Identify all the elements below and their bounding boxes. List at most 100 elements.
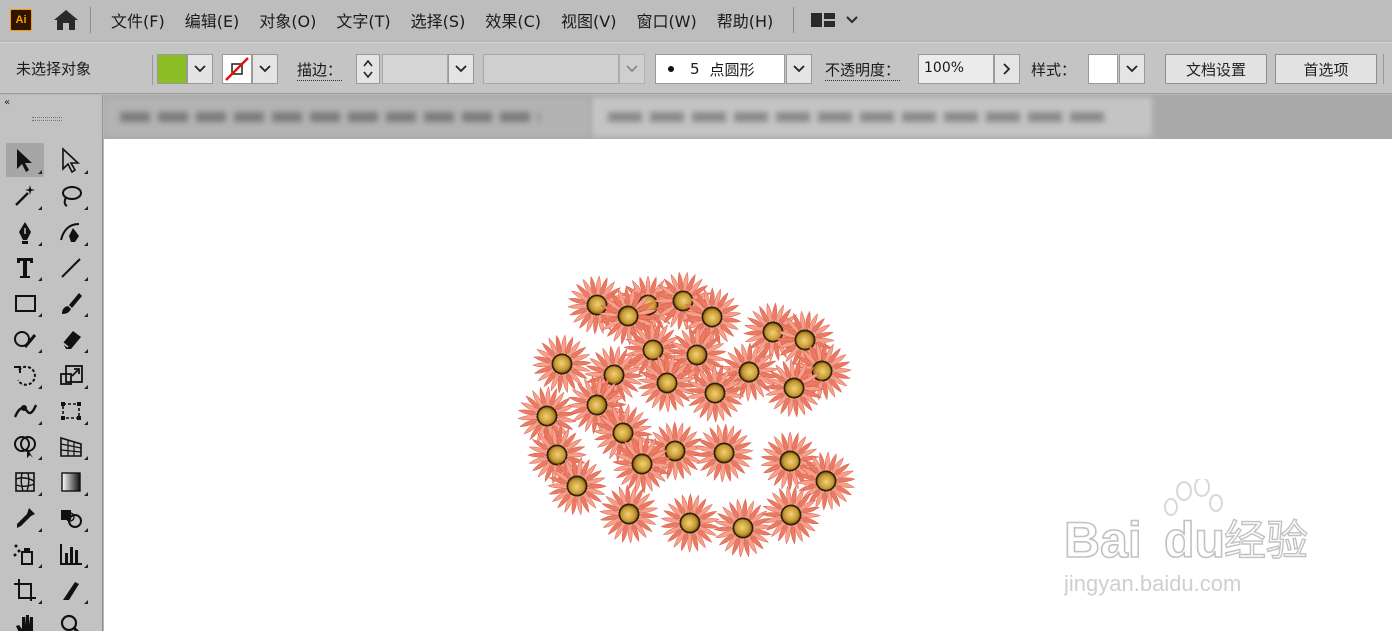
home-icon[interactable] xyxy=(52,6,80,34)
brush-name: 点圆形 xyxy=(709,60,755,79)
fill-color-swatch[interactable] xyxy=(157,54,187,84)
control-bar-overflow[interactable] xyxy=(1383,54,1391,84)
slice-tool-button[interactable] xyxy=(52,573,90,607)
fill-dropdown[interactable] xyxy=(187,54,213,84)
blend-tool-icon xyxy=(61,510,82,528)
artboard-tool-button[interactable] xyxy=(6,573,44,607)
direct-selection-tool-button[interactable] xyxy=(52,143,90,177)
chevron-down-icon xyxy=(846,16,858,24)
chevron-down-icon xyxy=(194,65,206,73)
graphic-style-dropdown[interactable] xyxy=(1119,54,1145,84)
stroke-weight-input[interactable] xyxy=(382,54,448,84)
opacity-label[interactable]: 不透明度： xyxy=(825,59,901,81)
tool-group-indicator xyxy=(84,563,88,568)
menu-item[interactable]: 效果(C) xyxy=(475,8,551,32)
column-graph-tool-button[interactable] xyxy=(52,537,90,571)
symbol-sprayer-tool-icon xyxy=(13,544,33,565)
eyedropper-tool-button[interactable] xyxy=(6,501,44,535)
brush-dropdown[interactable] xyxy=(786,54,812,84)
shape-builder-tool-button[interactable] xyxy=(6,429,44,463)
lasso-tool-icon xyxy=(62,185,82,207)
brush-dot-icon xyxy=(668,66,674,72)
menu-item[interactable]: 选择(S) xyxy=(401,8,476,32)
tool-group-indicator xyxy=(38,492,42,497)
preferences-button[interactable]: 首选项 xyxy=(1275,54,1377,84)
stroke-weight-stepper[interactable] xyxy=(356,54,380,84)
chevron-right-icon xyxy=(1003,63,1011,75)
rotate-tool-button[interactable] xyxy=(6,358,44,392)
control-bar: 未选择对象 描边： 5 点圆形 不透明度： 100% 样式： 文档设置 首选项 xyxy=(0,42,1392,94)
symbol-sprayer-tool-button[interactable] xyxy=(6,537,44,571)
no-stroke-icon xyxy=(225,57,249,81)
lasso-tool-button[interactable] xyxy=(52,179,90,213)
chevron-down-icon xyxy=(793,65,805,73)
collapse-panel-icon[interactable]: « xyxy=(4,97,10,108)
tool-group-indicator xyxy=(84,277,88,282)
line-segment-tool-button[interactable] xyxy=(52,250,90,284)
tool-group-indicator xyxy=(84,456,88,461)
shaper-tool-button[interactable] xyxy=(6,322,44,356)
tool-group-indicator xyxy=(38,241,42,246)
selection-tool-button[interactable] xyxy=(6,143,44,177)
workspace-switcher[interactable] xyxy=(810,11,860,29)
opacity-expand[interactable] xyxy=(994,54,1020,84)
menu-item[interactable]: 编辑(E) xyxy=(175,8,250,32)
magic-wand-tool-button[interactable] xyxy=(6,179,44,213)
rectangle-tool-button[interactable] xyxy=(6,286,44,320)
tool-group-indicator xyxy=(38,456,42,461)
flower-symbol-instance[interactable] xyxy=(656,489,724,557)
column-graph-tool-icon xyxy=(60,543,82,565)
zoom-tool-button[interactable] xyxy=(52,608,90,631)
perspective-grid-tool-button[interactable] xyxy=(52,429,90,463)
selection-status: 未选择对象 xyxy=(16,60,92,78)
tool-group-indicator xyxy=(84,492,88,497)
mesh-tool-button[interactable] xyxy=(6,465,44,499)
panel-grip[interactable] xyxy=(32,117,62,121)
stroke-weight-dropdown[interactable] xyxy=(448,54,474,84)
scale-tool-button[interactable] xyxy=(52,358,90,392)
variable-width-dropdown[interactable] xyxy=(619,54,645,84)
mesh-tool-icon xyxy=(15,472,35,492)
menu-item[interactable]: 窗口(W) xyxy=(626,8,706,32)
stroke-dropdown[interactable] xyxy=(252,54,278,84)
document-setup-button[interactable]: 文档设置 xyxy=(1165,54,1267,84)
opacity-input[interactable]: 100% xyxy=(918,54,994,84)
menu-separator xyxy=(793,7,795,33)
type-tool-button[interactable] xyxy=(6,250,44,284)
menu-item[interactable]: 视图(V) xyxy=(551,8,626,32)
variable-width-profile[interactable] xyxy=(483,54,619,84)
document-tab[interactable] xyxy=(104,97,589,137)
free-transform-tool-button[interactable] xyxy=(52,394,90,428)
eraser-tool-button[interactable] xyxy=(52,322,90,356)
menu-item[interactable]: 文字(T) xyxy=(326,8,400,32)
svg-text:du: du xyxy=(1164,512,1225,568)
baidu-watermark: Bai du 经验 jingyan.baidu.com xyxy=(1064,479,1309,596)
eraser-tool-icon xyxy=(62,331,81,349)
magic-wand-tool-icon xyxy=(15,184,35,206)
stroke-color-swatch[interactable] xyxy=(222,54,252,84)
width-tool-button[interactable] xyxy=(6,394,44,428)
artboard-canvas[interactable]: Bai du 经验 jingyan.baidu.com xyxy=(104,139,1392,631)
curvature-tool-icon xyxy=(60,222,80,242)
blend-tool-button[interactable] xyxy=(52,501,90,535)
eyedropper-tool-icon xyxy=(17,508,35,528)
tool-group-indicator xyxy=(38,277,42,282)
curvature-tool-button[interactable] xyxy=(52,215,90,249)
graphic-style-swatch[interactable] xyxy=(1088,54,1118,84)
tool-group-indicator xyxy=(38,420,42,425)
tool-group-indicator xyxy=(38,349,42,353)
chevron-down-icon xyxy=(455,65,467,73)
stroke-label[interactable]: 描边： xyxy=(297,59,343,81)
paintbrush-tool-button[interactable] xyxy=(52,286,90,320)
document-tab-active[interactable] xyxy=(592,97,1152,137)
watermark-brand: Bai xyxy=(1064,512,1142,568)
chevron-down-icon xyxy=(259,65,271,73)
menu-item[interactable]: 对象(O) xyxy=(249,8,326,32)
gradient-tool-button[interactable] xyxy=(52,465,90,499)
tool-group-indicator xyxy=(84,313,88,318)
hand-tool-button[interactable] xyxy=(6,608,44,631)
brush-definition[interactable]: 5 点圆形 xyxy=(655,54,785,84)
pen-tool-button[interactable] xyxy=(6,215,44,249)
menu-item[interactable]: 帮助(H) xyxy=(707,8,784,32)
menu-item[interactable]: 文件(F) xyxy=(101,8,175,32)
